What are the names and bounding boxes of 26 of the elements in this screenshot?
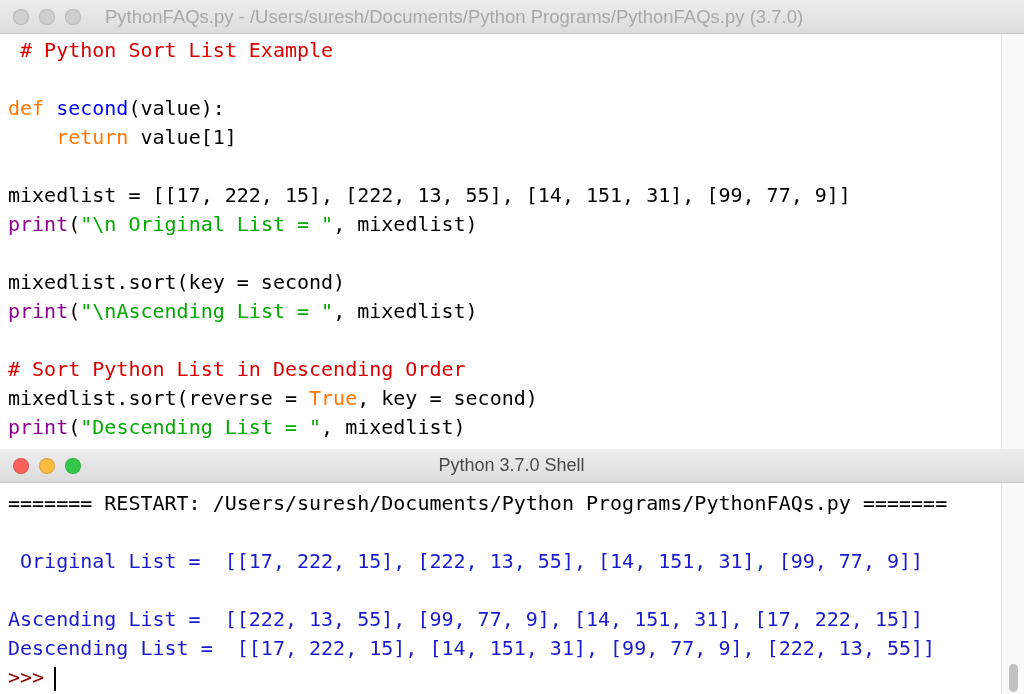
window-title: PythonFAQs.py - /Users/suresh/Documents/Python Programs/PythonFAQs.py (3.7.0) <box>105 5 804 28</box>
code-line: mixedlist.sort(key = second) <box>8 269 347 296</box>
code-line: # Python Sort List Example <box>19 37 335 64</box>
zoom-button[interactable] <box>65 8 81 25</box>
shell-prompt[interactable]: >>> <box>8 663 1001 692</box>
scrollbar[interactable] <box>1001 34 1024 449</box>
code-line: def second(value): <box>8 95 226 122</box>
output-line: Descending List = [[17, 222, 15], [14, 151, 31], [99, 77, 9], [222, 13, 55]] <box>8 635 937 662</box>
code-line: mixedlist = [[17, 222, 15], [222, 13, 55], [14, 151, 31], [99, 77, 9]] <box>8 182 852 209</box>
code-line: print("\n Original List = ", mixedlist) <box>8 211 479 238</box>
minimize-button[interactable] <box>39 457 55 474</box>
scrollbar-thumb[interactable] <box>1008 664 1018 692</box>
scrollbar[interactable] <box>1001 483 1024 694</box>
output-line: ======= RESTART: /Users/suresh/Documents/Python Programs/PythonFAQs.py ======= <box>8 490 949 517</box>
zoom-button[interactable] <box>65 457 81 474</box>
code-line: print("Descending List = ", mixedlist) <box>8 414 467 441</box>
minimize-button[interactable] <box>39 8 55 25</box>
close-button[interactable] <box>13 8 29 25</box>
output-line: Ascending List = [[222, 13, 55], [99, 77, 9], [14, 151, 31], [17, 222, 15]] <box>8 606 925 633</box>
code-line: print("\nAscending List = ", mixedlist) <box>8 298 479 325</box>
code-line: # Sort Python List in Descending Order <box>8 356 467 383</box>
code-line: mixedlist.sort(reverse = True, key = second) <box>8 385 539 412</box>
window-title: Python 3.7.0 Shell <box>437 455 586 476</box>
close-button[interactable] <box>13 457 29 474</box>
output-line: Original List = [[17, 222, 15], [222, 13, 55], [14, 151, 31], [99, 77, 9]] <box>19 548 925 575</box>
code-line: return value[1] <box>55 124 238 151</box>
